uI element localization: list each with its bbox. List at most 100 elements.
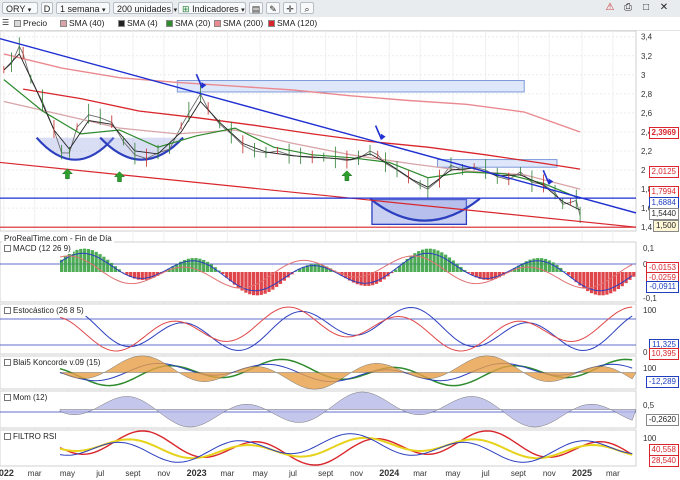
x-axis-label: sept	[318, 469, 334, 478]
macd-bar	[209, 264, 213, 272]
macd-bar	[424, 248, 429, 272]
stoch-tag: 10,395	[648, 348, 679, 360]
plot-area	[0, 30, 637, 232]
macd-bar	[275, 272, 279, 287]
x-axis-label: may	[60, 469, 75, 478]
x-axis-label: jul	[288, 469, 297, 478]
price-axis-label: 3,4	[641, 33, 653, 42]
macd-bar	[543, 258, 548, 272]
macd-bar	[205, 261, 210, 272]
x-axis-label: jul	[481, 469, 490, 478]
macd-bar	[90, 250, 94, 272]
panel-title-text: FILTRO RSI	[13, 432, 57, 441]
stoch-axis-label: 100	[643, 306, 657, 315]
panel-title-rsi[interactable]: FILTRO RSI	[2, 432, 59, 442]
macd-bar	[263, 272, 267, 294]
macd-bar	[609, 272, 613, 294]
x-axis-label: sept	[511, 469, 527, 478]
panel-title-macd[interactable]: MACD (12 26 9)	[2, 244, 73, 254]
price-axis-label: 2,6	[641, 109, 653, 118]
price-axis-label: 1,4	[641, 223, 653, 232]
macd-bar	[378, 272, 382, 282]
price-axis-label: 2	[641, 166, 646, 175]
macd-tag: -0,0911	[646, 281, 679, 293]
x-axis-label: mar	[221, 469, 235, 478]
x-axis-label: mar	[413, 469, 427, 478]
macd-axis-label: -0,1	[643, 294, 657, 303]
x-axis-label: 2023	[187, 468, 207, 478]
macd-bar	[624, 272, 628, 284]
stoch-area	[0, 303, 637, 355]
konc-axis-label: 100	[643, 364, 657, 373]
macd-bar	[94, 251, 98, 272]
macd-bar	[190, 258, 194, 272]
price-axis-label: 3,2	[641, 52, 653, 61]
macd-bar	[75, 249, 79, 272]
macd-bar	[436, 250, 440, 272]
panel-title-stoch[interactable]: Estocástico (26 8 5)	[2, 306, 86, 316]
macd-bar	[86, 249, 91, 272]
macd-bar	[455, 263, 459, 272]
x-axis-label: may	[253, 469, 268, 478]
x-axis-label: mar	[606, 469, 620, 478]
stoch-axis-label: 0	[643, 348, 648, 357]
panel-title-mom[interactable]: Mom (12)	[2, 393, 50, 403]
macd-bar	[259, 272, 263, 295]
macd-bar	[374, 272, 379, 284]
macd-bar	[605, 272, 609, 295]
panel-toggle-icon[interactable]	[4, 433, 11, 440]
panel-toggle-icon[interactable]	[4, 307, 11, 314]
x-axis-label: nov	[157, 469, 170, 478]
panel-toggle-icon[interactable]	[4, 245, 11, 252]
panel-toggle-icon[interactable]	[4, 359, 11, 366]
price-tag-last: 1,500	[652, 220, 679, 232]
macd-bar	[202, 259, 206, 272]
macd-bar	[267, 272, 271, 292]
macd-axis-label: 0,1	[643, 244, 655, 253]
x-axis-label: nov	[350, 469, 363, 478]
macd-bar	[102, 256, 106, 272]
macd-bar	[551, 262, 555, 272]
macd-bar	[282, 272, 286, 281]
x-axis-label: jul	[95, 469, 104, 478]
macd-bar	[109, 262, 114, 272]
panel-toggle-icon[interactable]	[4, 394, 11, 401]
panel-title-text: MACD (12 26 9)	[13, 244, 71, 253]
macd-bar	[620, 272, 624, 287]
x-axis-label: may	[445, 469, 460, 478]
panel-title-text: Mom (12)	[13, 393, 48, 402]
price-axis-label: 3	[641, 71, 646, 80]
price-axis-label: 2,8	[641, 90, 653, 99]
macd-bar	[106, 259, 110, 272]
panel-title-text: Blai5 Koncorde v.09 (15)	[13, 358, 101, 367]
panel-title-text: Estocástico (26 8 5)	[13, 306, 84, 315]
macd-bar	[632, 272, 636, 277]
price-tag-sma4: 1,5440	[648, 208, 679, 220]
macd-bar	[79, 248, 83, 272]
macd-bar	[278, 272, 283, 284]
macd-bar	[597, 272, 601, 296]
x-axis-label: sept	[125, 469, 141, 478]
macd-bar	[593, 272, 597, 295]
x-axis-label: 2025	[572, 468, 592, 478]
x-axis-label: nov	[543, 469, 556, 478]
macd-bar	[363, 272, 367, 286]
x-axis-label: mar	[28, 469, 42, 478]
x-axis-label: 2022	[0, 468, 14, 478]
macd-bar	[547, 260, 551, 272]
source-label: ProRealTime.com - Fin de Día	[2, 234, 114, 244]
x-axis-label: 2024	[379, 468, 399, 478]
mom-axis-label: 0,5	[643, 401, 655, 410]
macd-bar	[536, 258, 540, 272]
price-axis-label: 2,2	[641, 147, 653, 156]
macd-bar	[248, 272, 252, 295]
macd-bar	[451, 260, 455, 272]
koncorde-tag: -12,289	[645, 376, 679, 388]
price-tag-sma120: 2,0125	[648, 166, 679, 178]
macd-bar	[447, 257, 452, 272]
mom-tag: -0,2620	[645, 414, 679, 426]
panel-title-koncorde[interactable]: Blai5 Koncorde v.09 (15)	[2, 358, 103, 368]
macd-bar	[420, 249, 425, 272]
price-tag-sma200: 2,3969	[648, 127, 679, 139]
rsi-axis-label: 100	[643, 434, 657, 443]
